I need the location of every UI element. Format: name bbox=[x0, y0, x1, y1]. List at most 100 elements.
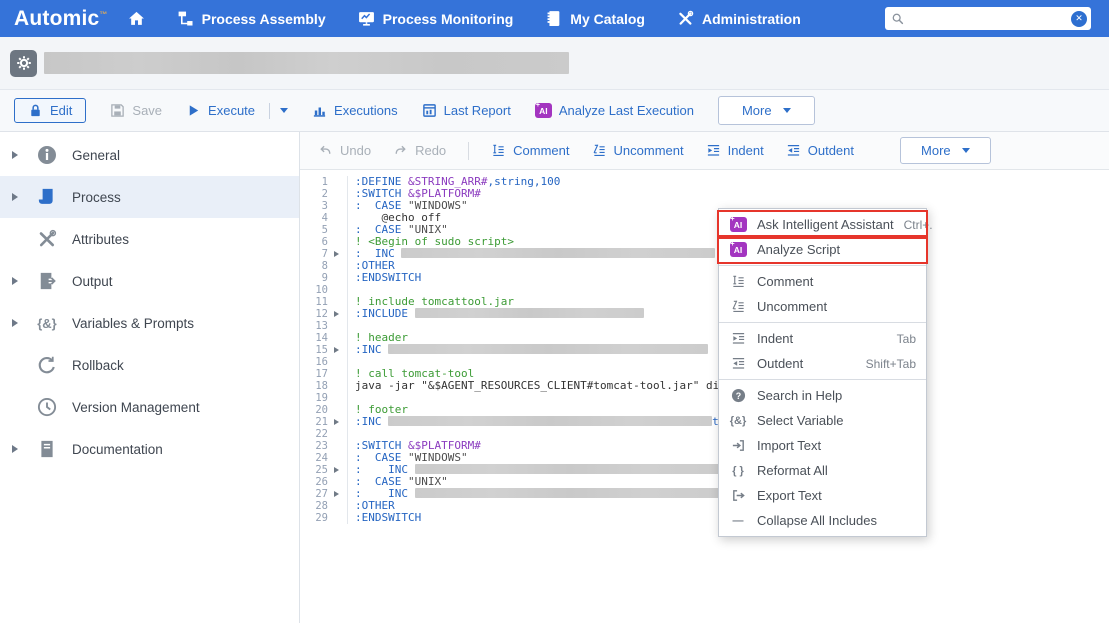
fold-expand-icon[interactable] bbox=[334, 347, 339, 353]
search-input[interactable] bbox=[908, 11, 1067, 27]
gutter: 28 bbox=[300, 500, 348, 512]
code-line-text: : INC bbox=[348, 488, 724, 500]
menu-item-select-variable[interactable]: {&}Select Variable bbox=[719, 408, 926, 433]
code-line-text bbox=[348, 356, 355, 368]
toolbar-more-button[interactable]: More bbox=[718, 96, 815, 125]
toolbar-analyze-last-execution-button[interactable]: AIAnalyze Last Execution bbox=[535, 103, 694, 118]
code-line: 11! include tomcattool.jar bbox=[300, 296, 1109, 308]
menu-item-icon-slot bbox=[729, 299, 747, 314]
sidebar-item-general[interactable]: General bbox=[0, 134, 299, 176]
nav-item-administration[interactable]: Administration bbox=[677, 10, 801, 27]
editor-toolbar-outdent-button[interactable]: Outdent bbox=[786, 143, 854, 158]
chevron-right-icon[interactable] bbox=[12, 151, 18, 159]
code-line-text: :INC t bbox=[348, 416, 719, 428]
fold-slot bbox=[328, 467, 345, 473]
sidebar-item-version-management[interactable]: Version Management bbox=[0, 386, 299, 428]
collapse-icon: — bbox=[733, 515, 744, 527]
gutter: 8 bbox=[300, 260, 348, 272]
menu-item-shortcut: Shift+Tab bbox=[866, 357, 916, 371]
menu-item-collapse-all-includes[interactable]: —Collapse All Includes bbox=[719, 508, 926, 533]
chevron-right-icon[interactable] bbox=[12, 319, 18, 327]
menu-item-reformat-all[interactable]: { }Reformat All bbox=[719, 458, 926, 483]
menu-item-import-text[interactable]: Import Text bbox=[719, 433, 926, 458]
gutter: 7 bbox=[300, 248, 348, 260]
sidebar-item-documentation[interactable]: Documentation bbox=[0, 428, 299, 470]
editor-toolbar-more-label: More bbox=[921, 143, 951, 158]
fold-expand-icon[interactable] bbox=[334, 251, 339, 257]
menu-item-ask-intelligent-assistant[interactable]: AIAsk Intelligent AssistantCtrl+. bbox=[719, 212, 926, 237]
fold-slot bbox=[328, 347, 345, 353]
menu-item-icon-slot bbox=[729, 331, 747, 346]
nav-item-home[interactable] bbox=[128, 10, 145, 27]
sidebar-item-label: Variables & Prompts bbox=[72, 316, 194, 331]
gutter: 20 bbox=[300, 404, 348, 416]
nav-item-process-assembly[interactable]: Process Assembly bbox=[177, 10, 326, 27]
menu-item-export-text[interactable]: Export Text bbox=[719, 483, 926, 508]
code-line: 15:INC bbox=[300, 344, 1109, 356]
chevron-down-icon[interactable] bbox=[280, 108, 288, 113]
toolbar-last-report-label: Last Report bbox=[444, 103, 511, 118]
gutter: 16 bbox=[300, 356, 348, 368]
object-header-row bbox=[0, 37, 1109, 90]
gutter: 15 bbox=[300, 344, 348, 356]
expand-slot bbox=[12, 151, 30, 159]
menu-item-search-in-help[interactable]: ?Search in Help bbox=[719, 383, 926, 408]
toolbar-execute-button[interactable]: Execute bbox=[186, 103, 288, 119]
sidebar-item-process[interactable]: Process bbox=[0, 176, 299, 218]
menu-item-label: Comment bbox=[757, 274, 813, 289]
menu-item-indent[interactable]: IndentTab bbox=[719, 326, 926, 351]
code-token: ,string,100 bbox=[487, 175, 560, 188]
toolbar-save-button: Save bbox=[110, 103, 162, 118]
nav-item-my-catalog[interactable]: My Catalog bbox=[545, 10, 645, 27]
editor-toolbar-redo-button: Redo bbox=[393, 143, 446, 158]
rollback-icon bbox=[34, 353, 60, 377]
menu-item-label: Ask Intelligent Assistant bbox=[757, 217, 894, 232]
fold-slot bbox=[328, 311, 345, 317]
sidebar-item-output[interactable]: Output bbox=[0, 260, 299, 302]
toolbar-execute-label: Execute bbox=[208, 103, 255, 118]
code-token: "WINDOWS" bbox=[408, 451, 468, 464]
chevron-right-icon[interactable] bbox=[12, 277, 18, 285]
code-token: :ENDSWITCH bbox=[355, 271, 421, 284]
sidebar-item-variables-prompts[interactable]: {&}Variables & Prompts bbox=[0, 302, 299, 344]
line-number: 16 bbox=[300, 356, 328, 368]
editor-toolbar-more-button[interactable]: More bbox=[900, 137, 991, 164]
toolbar-edit-button[interactable]: Edit bbox=[14, 98, 86, 123]
bar-chart-icon bbox=[312, 103, 327, 118]
clear-search-icon[interactable]: ✕ bbox=[1071, 11, 1087, 27]
object-settings-button[interactable] bbox=[10, 50, 37, 77]
fold-slot bbox=[328, 251, 345, 257]
nav-item-process-monitoring[interactable]: Process Monitoring bbox=[358, 10, 514, 27]
toolbar-executions-button[interactable]: Executions bbox=[312, 103, 398, 118]
editor-toolbar-indent-button[interactable]: Indent bbox=[706, 143, 764, 158]
fold-expand-icon[interactable] bbox=[334, 467, 339, 473]
nav-item-label: Process Assembly bbox=[202, 11, 326, 27]
nav-item-label: Administration bbox=[702, 11, 801, 27]
sidebar-item-rollback[interactable]: Rollback bbox=[0, 344, 299, 386]
nav-item-label: Process Monitoring bbox=[383, 11, 514, 27]
code-line-text: :INCLUDE bbox=[348, 308, 644, 320]
menu-item-analyze-script[interactable]: AIAnalyze Script bbox=[719, 237, 926, 262]
editor-toolbar-comment-button[interactable]: Comment bbox=[491, 143, 569, 158]
gutter: 14 bbox=[300, 332, 348, 344]
gutter: 6 bbox=[300, 236, 348, 248]
menu-item-comment[interactable]: Comment bbox=[719, 269, 926, 294]
menu-item-outdent[interactable]: OutdentShift+Tab bbox=[719, 351, 926, 376]
menu-item-icon-slot: ? bbox=[729, 388, 747, 403]
code-editor[interactable]: 1:DEFINE &STRING_ARR#,string,1002:SWITCH… bbox=[300, 170, 1109, 623]
editor-toolbar-uncomment-button[interactable]: Uncomment bbox=[592, 143, 684, 158]
sidebar-item-attributes[interactable]: Attributes bbox=[0, 218, 299, 260]
fold-expand-icon[interactable] bbox=[334, 491, 339, 497]
svg-text:?: ? bbox=[735, 391, 740, 401]
toolbar-last-report-button[interactable]: Last Report bbox=[422, 103, 511, 118]
chevron-right-icon[interactable] bbox=[12, 445, 18, 453]
fold-expand-icon[interactable] bbox=[334, 419, 339, 425]
gutter: 27 bbox=[300, 488, 348, 500]
gutter: 18 bbox=[300, 380, 348, 392]
fold-expand-icon[interactable] bbox=[334, 311, 339, 317]
menu-item-uncomment[interactable]: Uncomment bbox=[719, 294, 926, 319]
toolbar-save-label: Save bbox=[132, 103, 162, 118]
chevron-right-icon[interactable] bbox=[12, 193, 18, 201]
line-number: 1 bbox=[300, 176, 328, 188]
sidebar-item-label: Documentation bbox=[72, 442, 163, 457]
